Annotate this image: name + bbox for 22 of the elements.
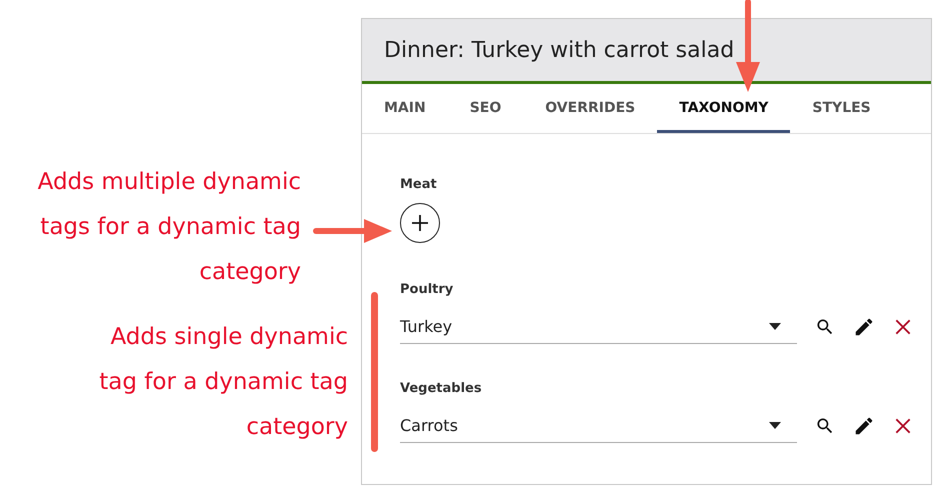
close-icon[interactable]	[893, 317, 913, 337]
dropdown-caret-icon	[769, 422, 781, 429]
select-field[interactable]: Carrots	[400, 409, 797, 443]
pencil-icon[interactable]	[853, 415, 875, 437]
window-title: Dinner: Turkey with carrot salad	[384, 36, 734, 64]
annotation-text: Adds multiple dynamic tags for a dynamic tag category	[36, 168, 301, 287]
tab[interactable]: OVERRIDES	[523, 84, 658, 133]
category-label: Poultry	[400, 283, 454, 296]
add-button[interactable]	[400, 203, 440, 243]
search-icon[interactable]	[815, 317, 835, 337]
dropdown-caret-icon	[769, 323, 781, 330]
close-icon[interactable]	[893, 416, 913, 436]
category-label: Meat	[400, 178, 438, 191]
pencil-icon[interactable]	[853, 316, 875, 338]
plus-icon	[410, 213, 430, 233]
tab[interactable]: STYLES	[790, 84, 893, 133]
category-label: Vegetables	[400, 382, 483, 395]
search-icon[interactable]	[815, 416, 835, 436]
tab[interactable]: MAIN	[362, 84, 448, 133]
tab[interactable]: SEO	[448, 84, 524, 133]
select-field[interactable]: Turkey	[400, 310, 797, 344]
annotation-text: Adds single dynamic tag for a dynamic tag category	[98, 323, 348, 442]
